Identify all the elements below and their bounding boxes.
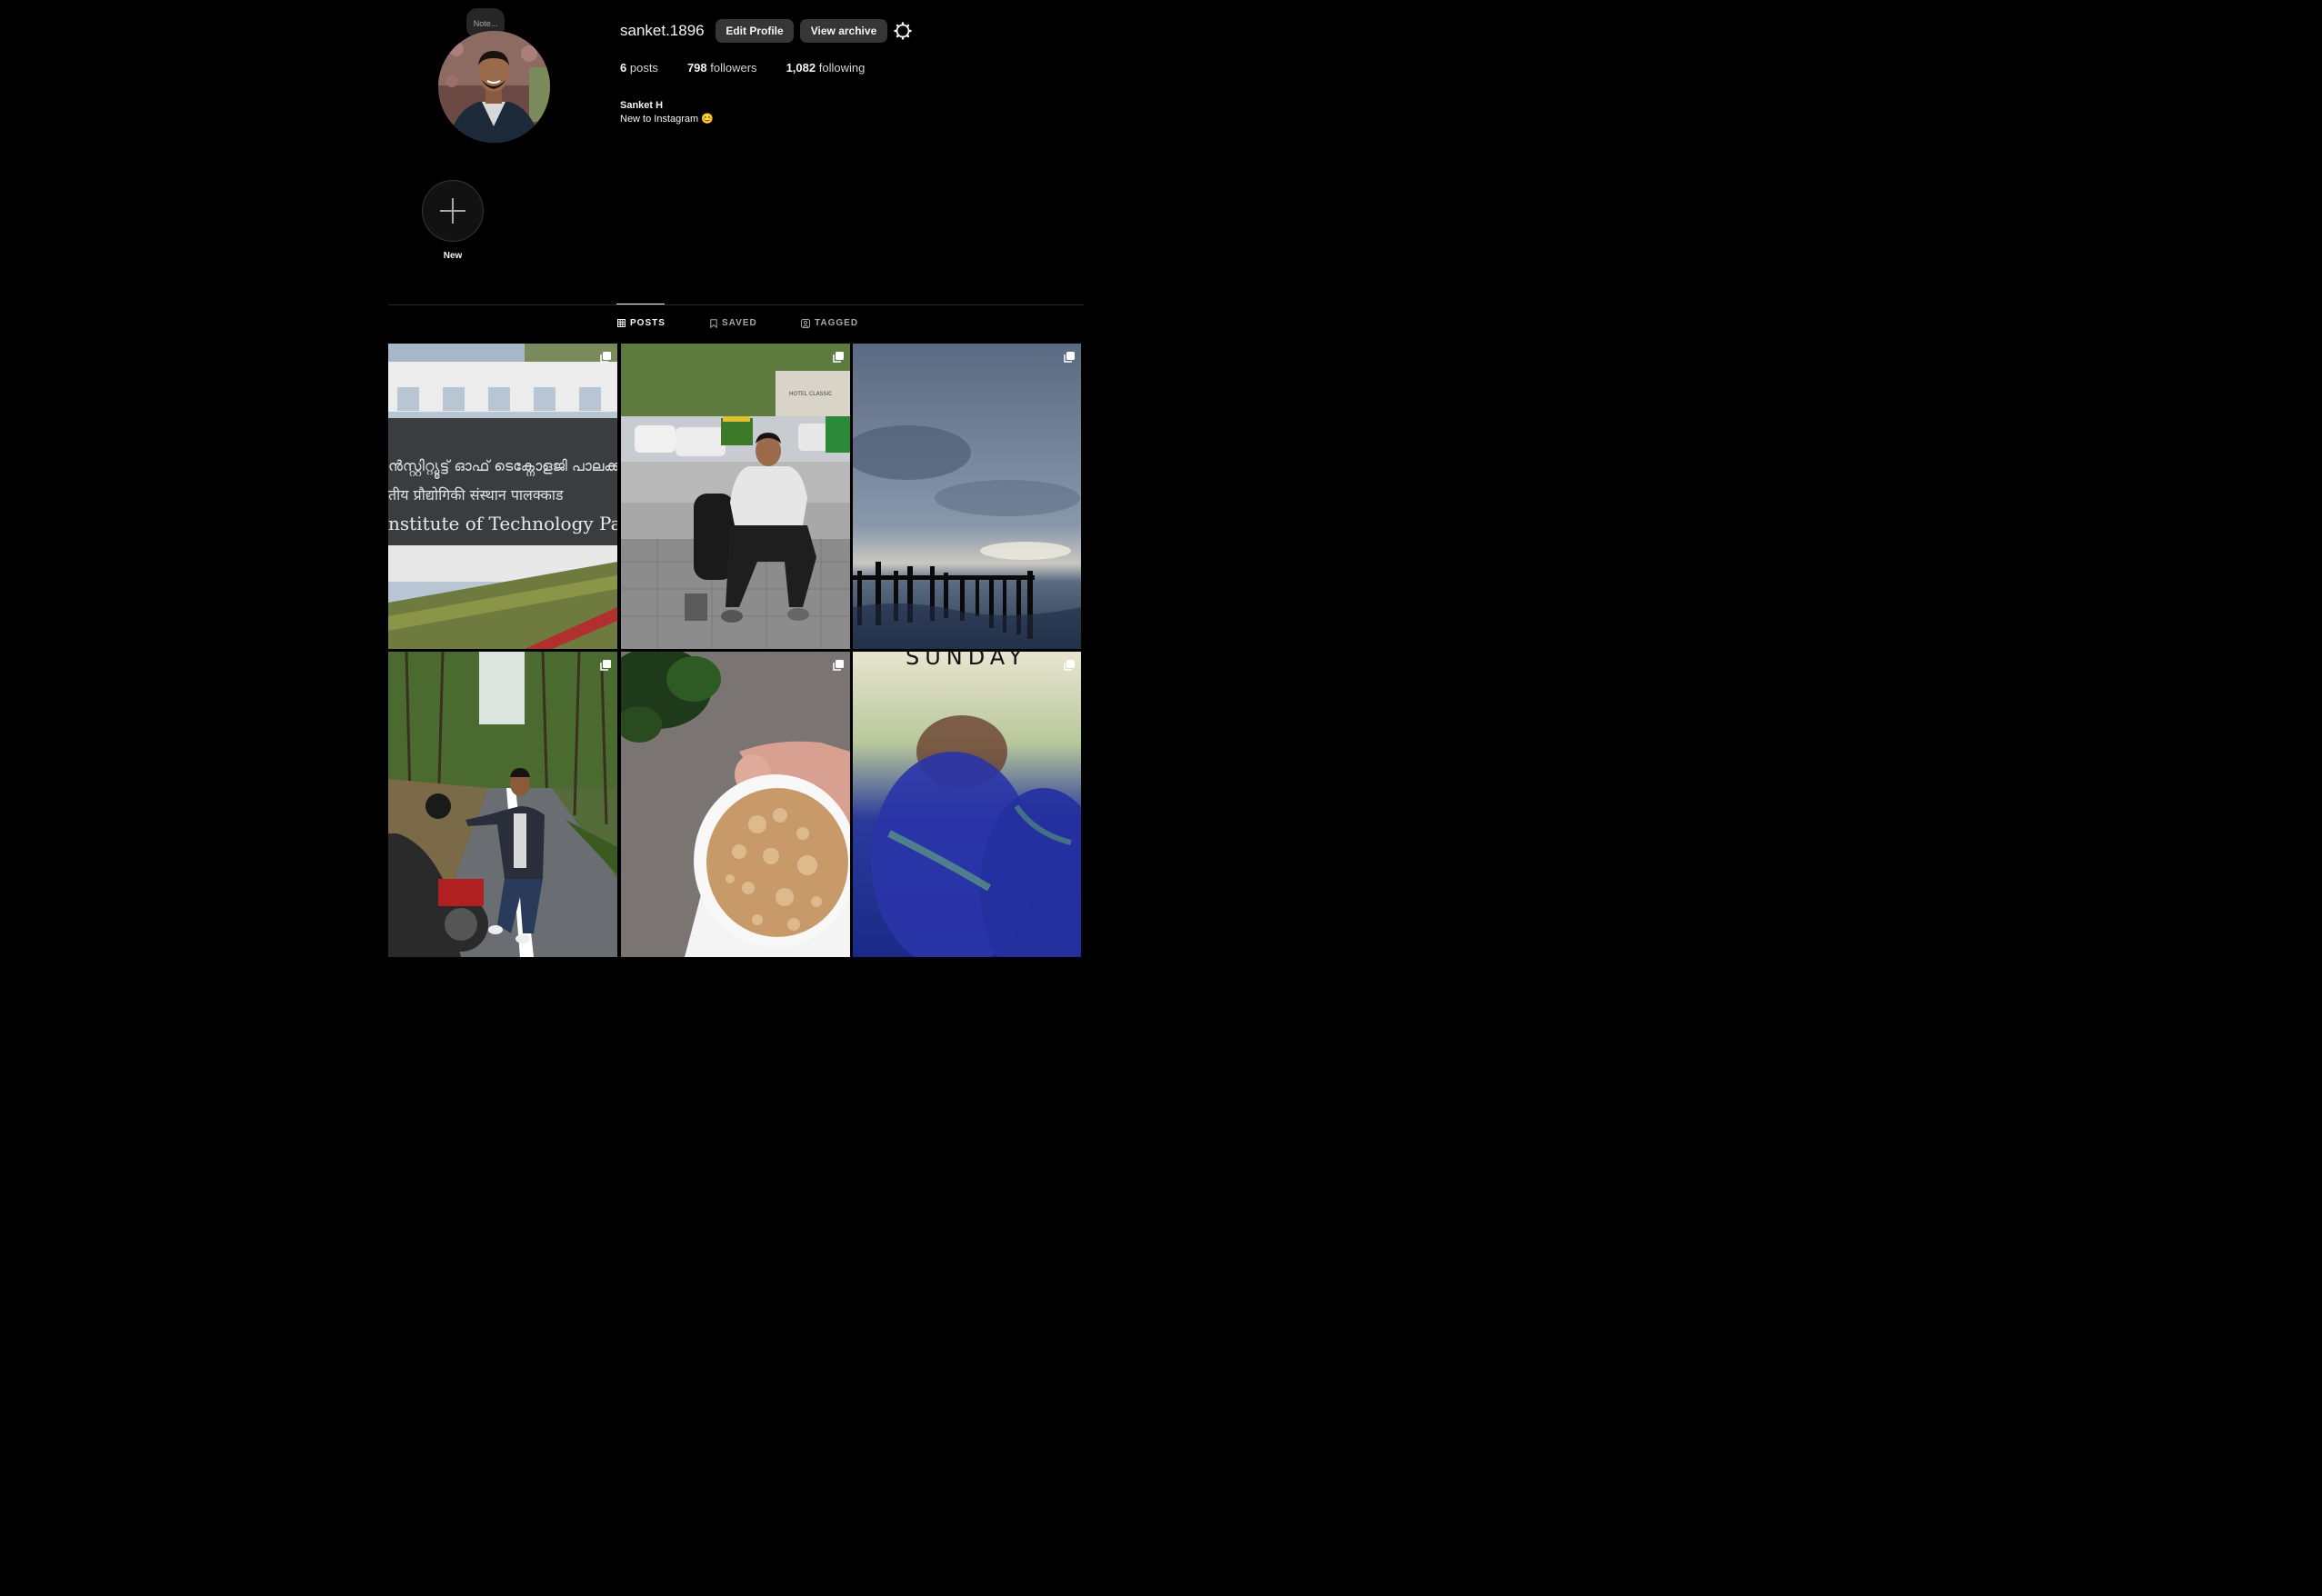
post-tile-motorcycle[interactable] (388, 652, 617, 957)
plus-icon (425, 183, 481, 239)
avatar-photo (438, 31, 550, 143)
followers-stat[interactable]: 798 followers (687, 61, 757, 75)
tab-posts[interactable]: POSTS (617, 318, 666, 328)
post-photo: HOTEL CLASSIC (621, 344, 850, 649)
following-count: 1,082 (786, 61, 816, 75)
followers-label: followers (710, 61, 757, 75)
tab-label: SAVED (722, 318, 757, 328)
carousel-icon (1064, 352, 1075, 363)
bookmark-icon (710, 318, 717, 328)
profile-bio: New to Instagram 😊 (620, 114, 714, 125)
posts-count: 6 (620, 61, 627, 75)
posts-label: posts (629, 61, 658, 75)
sign-line-hindi: तीय प्रौद्योगिकी संस्थान पालक्काड (388, 486, 564, 504)
profile-stats: 6 posts 798 followers 1,082 following (620, 61, 894, 75)
tabs-divider (388, 304, 1084, 305)
note-placeholder: Note... (473, 18, 498, 28)
post-tile-person-sitting[interactable]: HOTEL CLASSIC (621, 344, 850, 649)
post-photo: ൻസ്റ്റിറ്റ്യൂട്ട് ഓഫ് ടെക്നോളജി പാലക്ക त… (388, 344, 617, 649)
post-tile-sea-pier[interactable] (853, 344, 1081, 649)
sunday-date: APR 23 2023 (926, 688, 1006, 698)
carousel-icon (1064, 660, 1075, 671)
tab-saved[interactable]: SAVED (710, 318, 757, 328)
carousel-icon (600, 352, 611, 363)
profile-full-name: Sanket H (620, 100, 664, 111)
post-tile-sunday[interactable]: SUNDAY APR 23 2023 (853, 652, 1081, 957)
carousel-icon (833, 352, 844, 363)
shop-sign: HOTEL CLASSIC (789, 391, 832, 397)
new-highlight-label: New (443, 251, 463, 261)
carousel-icon (600, 660, 611, 671)
edit-profile-button[interactable]: Edit Profile (716, 19, 794, 43)
post-photo (388, 652, 617, 957)
posts-stat: 6 posts (620, 61, 658, 75)
following-stat[interactable]: 1,082 following (786, 61, 866, 75)
post-photo (621, 652, 850, 957)
tab-tagged[interactable]: TAGGED (801, 318, 858, 328)
tab-label: POSTS (630, 318, 666, 328)
sign-line-english: nstitute of Technology Palakka (388, 513, 617, 534)
sunday-title: SUNDAY (906, 652, 1027, 670)
carousel-icon (833, 660, 844, 671)
new-highlight-button[interactable] (422, 180, 484, 242)
avatar[interactable] (438, 31, 550, 143)
post-tile-coffee[interactable] (621, 652, 850, 957)
settings-gear-icon[interactable] (894, 22, 912, 40)
tab-label: TAGGED (815, 318, 859, 328)
tag-user-icon (801, 318, 810, 328)
post-photo (853, 344, 1081, 649)
profile-username: sanket.1896 (620, 22, 705, 39)
post-photo: SUNDAY APR 23 2023 (853, 652, 1081, 957)
following-label: following (818, 61, 866, 75)
view-archive-button[interactable]: View archive (800, 19, 887, 43)
followers-count: 798 (686, 61, 707, 75)
post-tile-institute-sign[interactable]: ൻസ്റ്റിറ്റ്യൂട്ട് ഓഫ് ടെക്നോളജി പാലക്ക त… (388, 344, 617, 649)
grid-icon (617, 319, 626, 327)
